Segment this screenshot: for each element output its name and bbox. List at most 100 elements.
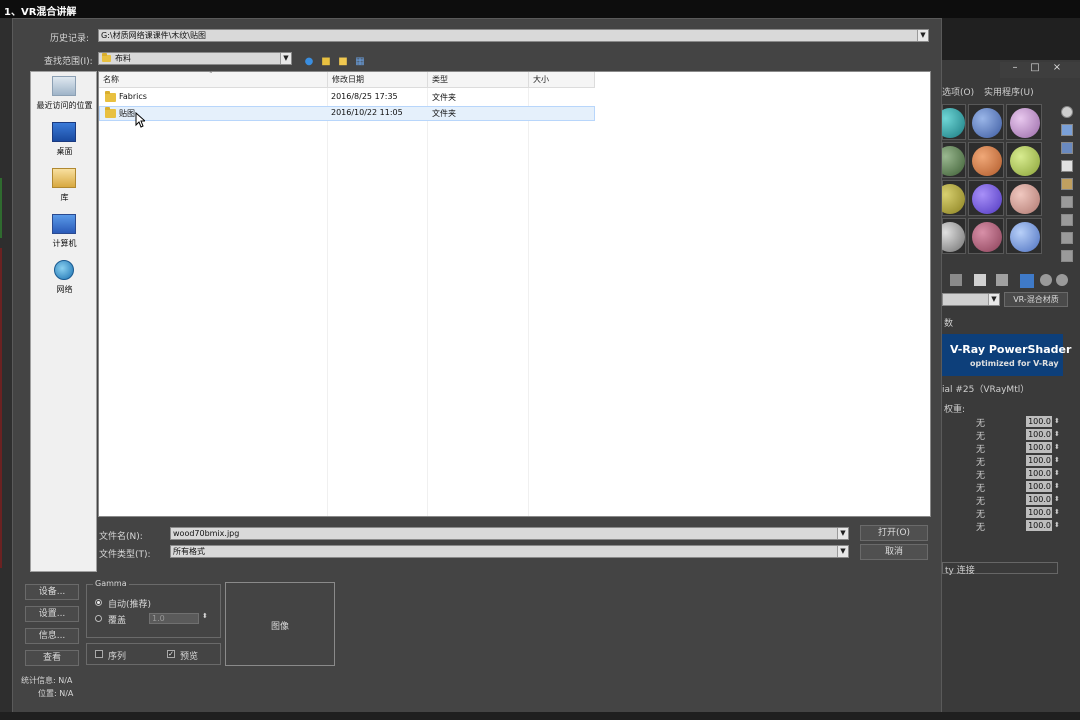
gamma-auto-radio[interactable] bbox=[95, 599, 102, 606]
weight-field[interactable]: 100.0 bbox=[1026, 494, 1052, 505]
material-name-dropdown[interactable]: ▼ bbox=[942, 293, 1000, 306]
sample-slot[interactable] bbox=[968, 104, 1004, 140]
place-computer[interactable]: 计算机 bbox=[31, 214, 98, 258]
video-color-icon[interactable] bbox=[1061, 178, 1073, 190]
map-slot[interactable]: 无 bbox=[976, 455, 985, 468]
column-header-date[interactable]: 修改日期 bbox=[328, 72, 428, 88]
minimize-icon[interactable]: – bbox=[1006, 62, 1024, 76]
material-type-button[interactable]: VR-混合材质 bbox=[1004, 292, 1068, 307]
menu-item-utilities[interactable]: 实用程序(U) bbox=[984, 85, 1034, 98]
sample-slot[interactable] bbox=[968, 180, 1004, 216]
spinner-icon[interactable]: ⬍ bbox=[202, 612, 208, 620]
close-icon[interactable]: × bbox=[1048, 62, 1066, 76]
spinner-icon[interactable]: ⬍ bbox=[1054, 417, 1060, 425]
weight-field[interactable]: 100.0 bbox=[1026, 507, 1052, 518]
weight-field[interactable]: 100.0 bbox=[1026, 481, 1052, 492]
sample-uv-icon[interactable] bbox=[1061, 160, 1073, 172]
column-header-name[interactable]: 名称 ˄ bbox=[99, 71, 328, 88]
open-button[interactable]: 打开(O) bbox=[860, 525, 928, 541]
backlight-icon[interactable] bbox=[1061, 124, 1073, 136]
maximize-icon[interactable]: □ bbox=[1026, 62, 1044, 76]
map-slot[interactable]: 无 bbox=[976, 520, 985, 533]
weight-field[interactable]: 100.0 bbox=[1026, 442, 1052, 453]
devices-button[interactable]: 设备... bbox=[25, 584, 79, 600]
spinner-icon[interactable]: ⬍ bbox=[1054, 521, 1060, 529]
weight-field[interactable]: 100.0 bbox=[1026, 455, 1052, 466]
view-menu-icon[interactable]: ▦ bbox=[354, 56, 366, 68]
view-button[interactable]: 查看 bbox=[25, 650, 79, 666]
info-button[interactable]: 信息... bbox=[25, 628, 79, 644]
map-slot[interactable]: 无 bbox=[976, 468, 985, 481]
spinner-icon[interactable]: ⬍ bbox=[1054, 456, 1060, 464]
history-dropdown[interactable]: G:\材质网络课课件\木纹\贴图 ▼ bbox=[98, 29, 929, 42]
back-icon[interactable]: ● bbox=[303, 56, 315, 68]
gamma-override-radio[interactable] bbox=[95, 615, 102, 622]
lookin-dropdown[interactable]: 布料 ▼ bbox=[98, 52, 292, 65]
column-header-size[interactable]: 大小 bbox=[529, 72, 595, 88]
filename-input[interactable]: wood70bmix.jpg ▼ bbox=[170, 527, 849, 540]
file-row[interactable]: Fabrics 2016/8/25 17:35 文件夹 bbox=[99, 90, 595, 105]
chevron-down-icon[interactable]: ▼ bbox=[280, 53, 291, 64]
make-preview-icon[interactable] bbox=[1061, 196, 1073, 208]
file-list[interactable]: 名称 ˄ 修改日期 类型 大小 Fabrics 2016/8/25 17:35 … bbox=[98, 71, 931, 517]
sample-slot[interactable] bbox=[1006, 218, 1042, 254]
sample-slot[interactable] bbox=[1006, 180, 1042, 216]
get-material-icon[interactable] bbox=[950, 274, 962, 286]
cancel-button[interactable]: 取消 bbox=[860, 544, 928, 560]
sample-slot[interactable] bbox=[1006, 142, 1042, 178]
map-slot[interactable]: 无 bbox=[976, 416, 985, 429]
spinner-icon[interactable]: ⬍ bbox=[1054, 508, 1060, 516]
sample-type-icon[interactable] bbox=[1061, 106, 1073, 118]
weight-field[interactable]: 100.0 bbox=[1026, 416, 1052, 427]
chevron-down-icon[interactable]: ▼ bbox=[837, 546, 848, 557]
chevron-down-icon[interactable]: ▼ bbox=[837, 528, 848, 539]
sample-slot[interactable] bbox=[935, 218, 966, 254]
sequence-checkbox[interactable] bbox=[95, 650, 103, 658]
go-forward-sibling-icon[interactable] bbox=[1056, 274, 1068, 286]
gamma-override-field[interactable]: 1.0 bbox=[149, 613, 199, 624]
base-material-slot[interactable]: ial #25（VRayMtl） bbox=[942, 382, 1029, 395]
sample-slot[interactable] bbox=[935, 180, 966, 216]
spinner-icon[interactable]: ⬍ bbox=[1054, 469, 1060, 477]
material-navigator-icon[interactable] bbox=[1061, 250, 1073, 262]
map-slot[interactable]: 无 bbox=[976, 442, 985, 455]
menu-item-options[interactable]: 选项(O) bbox=[942, 85, 974, 98]
place-recent[interactable]: 最近访问的位置 bbox=[31, 76, 98, 120]
background-icon[interactable] bbox=[1061, 142, 1073, 154]
spinner-icon[interactable]: ⬍ bbox=[1054, 430, 1060, 438]
up-folder-icon[interactable]: ■ bbox=[320, 56, 332, 68]
weight-field[interactable]: 100.0 bbox=[1026, 520, 1052, 531]
weight-field[interactable]: 100.0 bbox=[1026, 468, 1052, 479]
rollout-header[interactable]: 数 bbox=[944, 316, 953, 329]
new-folder-icon[interactable]: ■ bbox=[337, 56, 349, 68]
place-network[interactable]: 网络 bbox=[31, 260, 98, 304]
spinner-icon[interactable]: ⬍ bbox=[1054, 495, 1060, 503]
map-slot[interactable]: 无 bbox=[976, 429, 985, 442]
sample-slot[interactable] bbox=[935, 104, 966, 140]
setup-button[interactable]: 设置... bbox=[25, 606, 79, 622]
spinner-icon[interactable]: ⬍ bbox=[1054, 482, 1060, 490]
map-slot[interactable]: 无 bbox=[976, 481, 985, 494]
map-slot[interactable]: 无 bbox=[976, 507, 985, 520]
connection-rollout[interactable]: ty 连接 bbox=[942, 562, 1058, 576]
preview-checkbox[interactable]: ✓ bbox=[167, 650, 175, 658]
assign-material-icon[interactable] bbox=[996, 274, 1008, 286]
show-in-viewport-icon[interactable] bbox=[1020, 274, 1034, 288]
sample-slot[interactable] bbox=[968, 218, 1004, 254]
chevron-down-icon[interactable]: ▼ bbox=[917, 30, 928, 41]
sample-slot[interactable] bbox=[968, 142, 1004, 178]
select-by-material-icon[interactable] bbox=[1061, 232, 1073, 244]
sample-slot[interactable] bbox=[935, 142, 966, 178]
filetype-dropdown[interactable]: 所有格式 ▼ bbox=[170, 545, 849, 558]
place-desktop[interactable]: 桌面 bbox=[31, 122, 98, 166]
column-header-type[interactable]: 类型 bbox=[428, 72, 529, 88]
map-slot[interactable]: 无 bbox=[976, 494, 985, 507]
spinner-icon[interactable]: ⬍ bbox=[1054, 443, 1060, 451]
place-libraries[interactable]: 库 bbox=[31, 168, 98, 212]
options-icon[interactable] bbox=[1061, 214, 1073, 226]
put-to-scene-icon[interactable] bbox=[974, 274, 986, 286]
file-row-selected[interactable]: 贴图 2016/10/22 11:05 文件夹 bbox=[99, 106, 595, 121]
sample-slot[interactable] bbox=[1006, 104, 1042, 140]
go-to-parent-icon[interactable] bbox=[1040, 274, 1052, 286]
weight-field[interactable]: 100.0 bbox=[1026, 429, 1052, 440]
